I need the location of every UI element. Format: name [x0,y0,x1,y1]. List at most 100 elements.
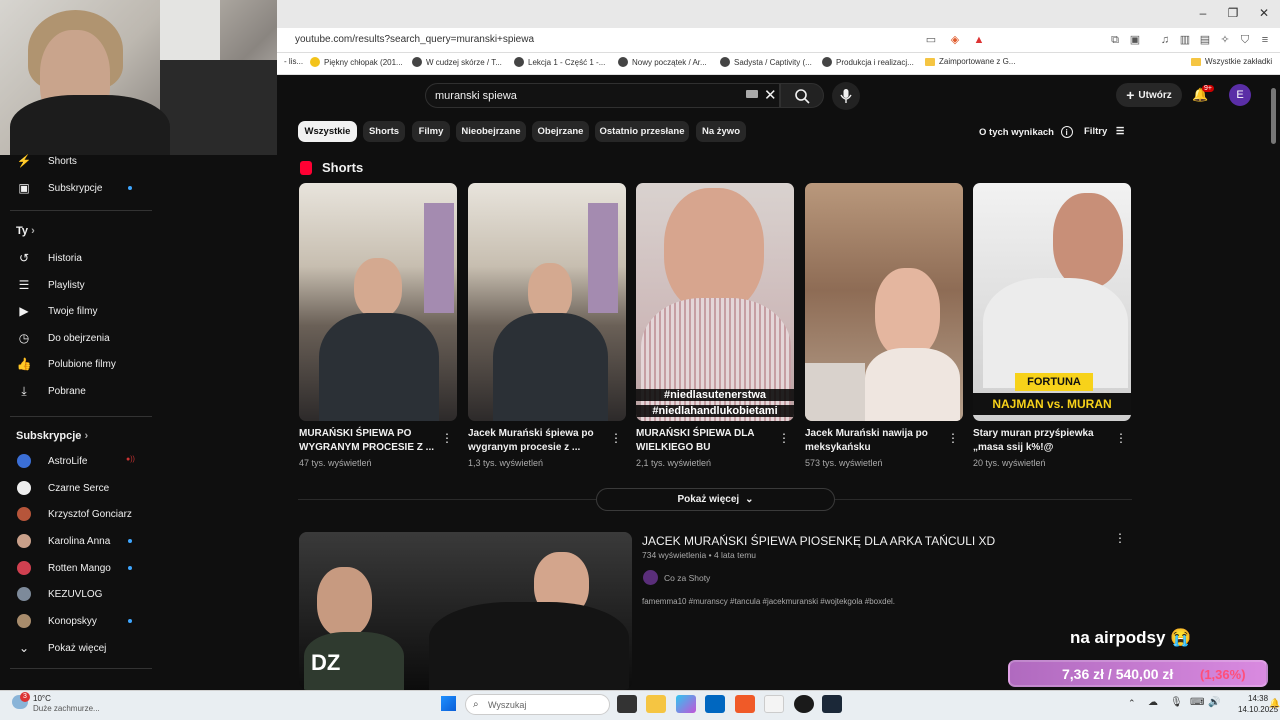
clear-icon[interactable]: ✕ [764,86,777,104]
tray-chevron-icon[interactable]: ⌃ [1128,698,1136,709]
all-bookmarks[interactable]: Wszystkie zakładki [1191,57,1272,66]
volume-icon[interactable]: 🔊 [1208,697,1220,708]
brave-shield-icon[interactable]: ◈ [948,33,962,47]
sidebar-icon[interactable]: ▥ [1178,33,1192,47]
cast-icon[interactable]: ▭ [924,33,938,47]
more-options-icon[interactable]: ⋮ [1115,431,1127,445]
notepad-icon[interactable] [764,695,784,713]
more-options-icon[interactable]: ⋮ [441,431,453,445]
search-query[interactable]: muranski spiewa [435,90,517,102]
sidebar-item-downloads[interactable]: ⤓ Pobrane [0,378,160,404]
chip-watched[interactable]: Obejrzane [532,121,589,142]
short-title[interactable]: MURAŃSKI ŚPIEWA DLA WIELKIEGO BU [636,427,776,455]
sidebar-sub-gonciarz[interactable]: Krzysztof Gonciarz [0,501,160,527]
task-view-icon[interactable] [617,695,637,713]
store-icon[interactable] [705,695,725,713]
extensions-icon[interactable]: ⧉ [1108,33,1122,47]
sidebar-sub-kezuvlog[interactable]: KEZUVLOG [0,581,160,607]
short-title[interactable]: Stary muran przyśpiewka „masa ssij k%!@ [973,427,1113,455]
sidebar-heading-subscriptions[interactable]: Subskrypcje › [16,430,88,442]
brave-rewards-icon[interactable]: ▲ [972,33,986,47]
menu-icon[interactable]: ≡ [1258,33,1272,47]
cloud-icon[interactable]: ☁ [1148,697,1158,708]
screenshot-icon[interactable]: ▣ [1128,33,1142,47]
sidebar-heading-you[interactable]: Ty › [16,225,35,237]
short-thumbnail[interactable] [805,183,963,421]
search-button[interactable] [780,83,824,108]
bookmark-item[interactable]: Sadysta / Captivity (... [720,57,812,67]
video-title[interactable]: JACEK MURAŃSKI ŚPIEWA PIOSENKĘ DLA ARKA … [642,534,995,548]
url-text[interactable]: youtube.com/results?search_query=muransk… [295,34,534,45]
sidebar-sub-czarne-serce[interactable]: Czarne Serce [0,475,160,501]
sidebar-sub-astrolife[interactable]: AstroLife ●)) [0,448,160,474]
close-icon[interactable]: ✕ [1257,6,1271,20]
windows-start-icon[interactable] [441,696,456,711]
bookmark-item[interactable]: Lekcja 1 - Część 1 -... [514,57,605,67]
short-title[interactable]: MURAŃSKI ŚPIEWA PO WYGRANYM PROCESIE Z .… [299,427,439,455]
short-card[interactable]: FORTUNA NAJMAN vs. MURAN Stary muran prz… [973,183,1131,468]
short-thumbnail[interactable] [299,183,457,421]
voice-search-button[interactable] [832,82,860,110]
file-explorer-icon[interactable] [646,695,666,713]
short-card[interactable]: #niedlasutenerstwa #niedlahandlukobietam… [636,183,794,468]
microphone-icon[interactable]: 🎙 [1170,697,1183,708]
scrollbar-thumb[interactable] [1271,88,1276,144]
bookmark-item[interactable]: W cudzej skórze / T... [412,57,502,67]
brave-browser-icon[interactable] [735,695,755,713]
taskbar-search[interactable]: ⌕ Wyszukaj [465,694,610,715]
obs-icon[interactable] [794,695,814,713]
chip-shorts[interactable]: Shorts [363,121,405,142]
short-title[interactable]: Jacek Murański nawija po meksykańsku [805,427,945,455]
channel-name[interactable]: Co za Shoty [664,573,710,583]
chip-unwatched[interactable]: Nieobejrzane [456,121,526,142]
short-card[interactable]: Jacek Murański nawija po meksykańsku 573… [805,183,963,468]
bookmark-item[interactable]: Produkcja i realizacj... [822,57,914,67]
weather-desc[interactable]: Duże zachmurze... [33,704,100,713]
create-button[interactable]: + Utwórz [1116,83,1182,107]
account-avatar[interactable]: E [1229,84,1251,106]
more-options-icon[interactable]: ⋮ [778,431,790,445]
music-icon[interactable]: ♫ [1158,33,1172,47]
sidebar-item-history[interactable]: ↺ Historia [0,245,160,271]
bookmark-item[interactable]: Nowy początek / Ar... [618,57,707,67]
sidebar-item-subscriptions[interactable]: ▣ Subskrypcje [0,175,160,201]
short-thumbnail[interactable]: #niedlasutenerstwa #niedlahandlukobietam… [636,183,794,421]
channel-avatar[interactable] [643,570,658,585]
chip-recently-uploaded[interactable]: Ostatnio przesłane [595,121,689,142]
more-options-icon[interactable]: ⋮ [1114,531,1126,545]
minimize-icon[interactable]: – [1196,6,1210,20]
leo-ai-icon[interactable]: ✧ [1218,33,1232,47]
weather-temp[interactable]: 10°C [33,694,51,703]
bookmark-folder[interactable]: Zaimportowane z G... [925,57,1015,66]
about-results-link[interactable]: O tych wynikach i [979,126,1073,138]
sidebar-item-watch-later[interactable]: ◷ Do obejrzenia [0,325,160,351]
short-card[interactable]: MURAŃSKI ŚPIEWA PO WYGRANYM PROCESIE Z .… [299,183,457,468]
network-icon[interactable]: ⌨ [1190,697,1204,708]
clock-time[interactable]: 14:38 [1248,694,1268,703]
sidebar-item-liked[interactable]: 👍 Polubione filmy [0,351,160,377]
short-card[interactable]: Jacek Murański śpiewa po wygranym proces… [468,183,626,468]
wallet-icon[interactable]: ▤ [1198,33,1212,47]
sidebar-sub-karolina-anna[interactable]: Karolina Anna [0,528,160,554]
keyboard-icon[interactable] [746,90,758,98]
chip-videos[interactable]: Filmy [412,121,450,142]
notification-center-icon[interactable]: 🔔 [1269,698,1280,709]
chip-all[interactable]: Wszystkie [298,121,357,142]
sidebar-show-more[interactable]: ⌄ Pokaż więcej [0,635,160,661]
restore-icon[interactable]: ❐ [1226,6,1240,20]
sidebar-item-your-videos[interactable]: ▶ Twoje filmy [0,298,160,324]
vpn-icon[interactable]: ⛉ [1238,33,1252,47]
sidebar-sub-rotten-mango[interactable]: Rotten Mango [0,555,160,581]
short-thumbnail[interactable] [468,183,626,421]
bookmark-item[interactable]: Piękny chłopak (201... [310,57,403,67]
copilot-icon[interactable] [676,695,696,713]
short-thumbnail[interactable]: FORTUNA NAJMAN vs. MURAN [973,183,1131,421]
show-more-button[interactable]: Pokaż więcej ⌄ [596,488,835,511]
video-thumbnail[interactable]: DZ [299,532,632,690]
steam-icon[interactable] [822,695,842,713]
sidebar-item-shorts[interactable]: ⚡ Shorts [0,148,160,174]
more-options-icon[interactable]: ⋮ [947,431,959,445]
short-title[interactable]: Jacek Murański śpiewa po wygranym proces… [468,427,608,455]
chip-live[interactable]: Na żywo [696,121,746,142]
filters-button[interactable]: Filtry ☰ [1084,126,1124,137]
